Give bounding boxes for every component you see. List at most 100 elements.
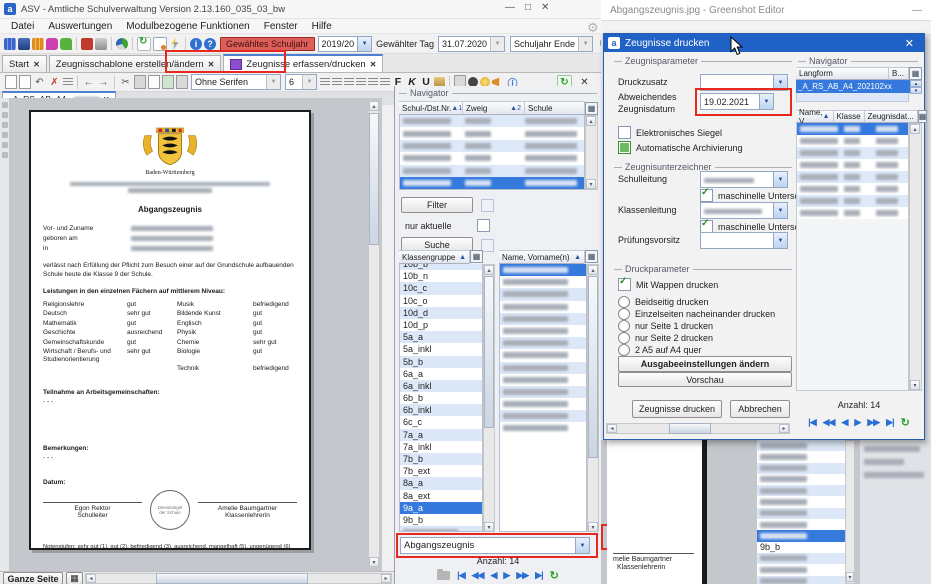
class-group-item[interactable]: 7b_b — [400, 453, 482, 465]
class-group-item[interactable]: 6c_c — [400, 416, 482, 428]
arrow-right-icon[interactable]: → — [97, 76, 110, 89]
pruefungsvorsitz-select[interactable]: ▼ — [700, 232, 788, 249]
scroll-up-icon[interactable]: ▴ — [586, 116, 596, 126]
minimize-icon[interactable]: — — [912, 5, 922, 16]
next-record-icon[interactable]: ▶ — [854, 417, 860, 428]
folder-icon[interactable] — [437, 571, 450, 580]
klassenleitung-select[interactable]: ▼ — [700, 202, 788, 219]
class-group-item[interactable]: 7b_ext — [400, 465, 482, 477]
align-left-icon[interactable] — [320, 78, 330, 87]
font-select[interactable]: Ohne Serifen ▼ — [191, 74, 281, 90]
main-tab[interactable]: Zeugnisschablone erstellen/ändern ✕ — [49, 55, 222, 72]
school-row[interactable] — [400, 140, 584, 152]
student-name-item[interactable] — [500, 410, 586, 422]
output-settings-button[interactable]: Ausgabeeinstellungen ändern — [618, 356, 792, 372]
dialog-student-row[interactable] — [797, 171, 908, 183]
cut-icon[interactable]: ✂ — [119, 76, 132, 89]
class-group-item[interactable]: 8a_ext — [400, 490, 482, 502]
period-select[interactable]: Schuljahr Ende ▼ — [510, 36, 593, 52]
table-config-icon[interactable]: ▦ — [585, 102, 598, 115]
paste-icon[interactable] — [148, 75, 160, 89]
dialog-student-row[interactable] — [797, 159, 908, 171]
student-name-item[interactable] — [500, 374, 586, 386]
column-header[interactable]: Schule — [525, 101, 585, 115]
chat-green-icon[interactable] — [60, 38, 72, 50]
menu-item[interactable]: Hilfe — [305, 21, 339, 32]
school-row[interactable] — [400, 152, 584, 164]
class-group-item[interactable]: 5a_a — [400, 331, 482, 343]
align-right-icon[interactable] — [344, 78, 354, 87]
dialog-titlebar[interactable]: a Zeugnisse drucken ✕ — [604, 34, 924, 52]
dialog-student-row[interactable] — [797, 183, 908, 195]
delete-icon[interactable]: ✗ — [48, 76, 61, 89]
school-row[interactable] — [400, 165, 584, 177]
class-group-item[interactable]: 9a_a — [400, 502, 482, 514]
menu-item[interactable]: Auswertungen — [41, 21, 119, 32]
class-group-item[interactable]: 8a_a — [400, 477, 482, 489]
student-name-item[interactable] — [500, 349, 586, 361]
certificate-date-field[interactable]: 19.02.2021▼ — [700, 93, 774, 110]
class-group-item[interactable]: 10d_p — [400, 319, 482, 331]
chat-magenta-icon[interactable] — [46, 38, 58, 50]
scroll-down-icon[interactable]: ▾ — [484, 522, 494, 532]
scroll-up-icon[interactable]: ▴ — [588, 265, 598, 275]
class-group-item[interactable]: 7a_inkl — [400, 441, 482, 453]
fast-back-icon[interactable]: ◀◀ — [472, 570, 484, 581]
klasse-column-header[interactable]: Klasse — [834, 110, 865, 123]
new-document-icon[interactable] — [5, 75, 17, 89]
class-group-item[interactable]: 10c_o — [400, 295, 482, 307]
report-icon[interactable] — [95, 38, 107, 50]
main-tab[interactable]: Start ✕ — [2, 55, 47, 72]
close-icon[interactable]: ✕ — [541, 2, 549, 13]
school-row[interactable] — [400, 115, 584, 127]
report-type-select[interactable]: Abgangszeugnis ▼ — [400, 537, 590, 554]
student-name-item[interactable] — [500, 288, 586, 300]
menu-item[interactable]: Modulbezogene Funktionen — [119, 21, 256, 32]
class-list-scrollbar[interactable]: ▴ ▾ — [483, 264, 495, 532]
druckzusatz-select[interactable]: ▼ — [700, 74, 788, 91]
filter-checkbox[interactable] — [481, 199, 494, 212]
student-name-item[interactable] — [500, 264, 586, 276]
auto-archive-checkbox[interactable] — [618, 141, 631, 154]
electronic-seal-checkbox[interactable] — [618, 126, 631, 139]
print-certificates-button[interactable]: Zeugnisse drucken — [632, 400, 722, 418]
class-group-item[interactable]: 10b_n — [400, 270, 482, 282]
school-row[interactable] — [400, 177, 584, 189]
font-size-select[interactable]: 6 ▼ — [285, 74, 317, 90]
tab-close-icon[interactable]: ✕ — [370, 60, 377, 69]
chevron-down-icon[interactable]: ▼ — [773, 233, 787, 248]
scroll-up-icon[interactable]: ▴ — [484, 265, 494, 275]
student-name-item[interactable] — [500, 362, 586, 374]
save-document-icon[interactable] — [19, 75, 31, 89]
dialog-table-scrollbar[interactable]: ▴ ▾ — [909, 123, 922, 391]
print-crest-checkbox[interactable] — [618, 278, 631, 291]
preview-vscrollbar[interactable]: ▴ ▾ — [368, 100, 380, 568]
undo-icon[interactable]: ↶ — [33, 76, 46, 89]
chevron-down-icon[interactable]: ▼ — [357, 37, 371, 51]
chevron-down-icon[interactable]: ▼ — [773, 203, 787, 218]
scroll-up-icon[interactable]: ▴ — [369, 101, 379, 111]
fast-forward-icon[interactable]: ▶▶ — [867, 417, 879, 428]
langform-selected-row[interactable]: _A_RS_AB_A4_202102xx — [796, 80, 910, 93]
last-record-icon[interactable]: ▶| — [886, 417, 893, 428]
main-tab[interactable]: Zeugnisse erfassen/drucken ✕ — [223, 54, 383, 72]
student-name-item[interactable] — [500, 276, 586, 288]
print-mode-radio[interactable]: nur Seite 1 drucken — [618, 320, 775, 331]
prev-record-icon[interactable]: ◀ — [490, 570, 496, 581]
sync-icon[interactable] — [137, 37, 151, 51]
tab-close-icon[interactable]: ✕ — [33, 60, 40, 69]
cancel-button[interactable]: Abbrechen — [730, 400, 790, 418]
refresh-icon[interactable]: ↻ — [550, 569, 559, 582]
scroll-left-icon[interactable]: ◂ — [607, 424, 617, 433]
quick-action-icon[interactable] — [169, 38, 181, 50]
class-group-item[interactable]: 10c_c — [400, 282, 482, 294]
table-config-icon[interactable]: ▦ — [909, 67, 922, 80]
full-page-button[interactable]: Ganze Seite — [3, 572, 63, 584]
last-record-icon[interactable]: ▶| — [535, 570, 542, 581]
schoolyear-select[interactable]: 2019/20 ▼ — [318, 36, 373, 52]
chevron-down-icon[interactable]: ▼ — [773, 172, 787, 187]
student-name-item[interactable] — [500, 313, 586, 325]
dialog-student-row[interactable] — [797, 207, 908, 219]
student-name-item[interactable] — [500, 301, 586, 313]
chevron-down-icon[interactable]: ▼ — [759, 94, 773, 109]
